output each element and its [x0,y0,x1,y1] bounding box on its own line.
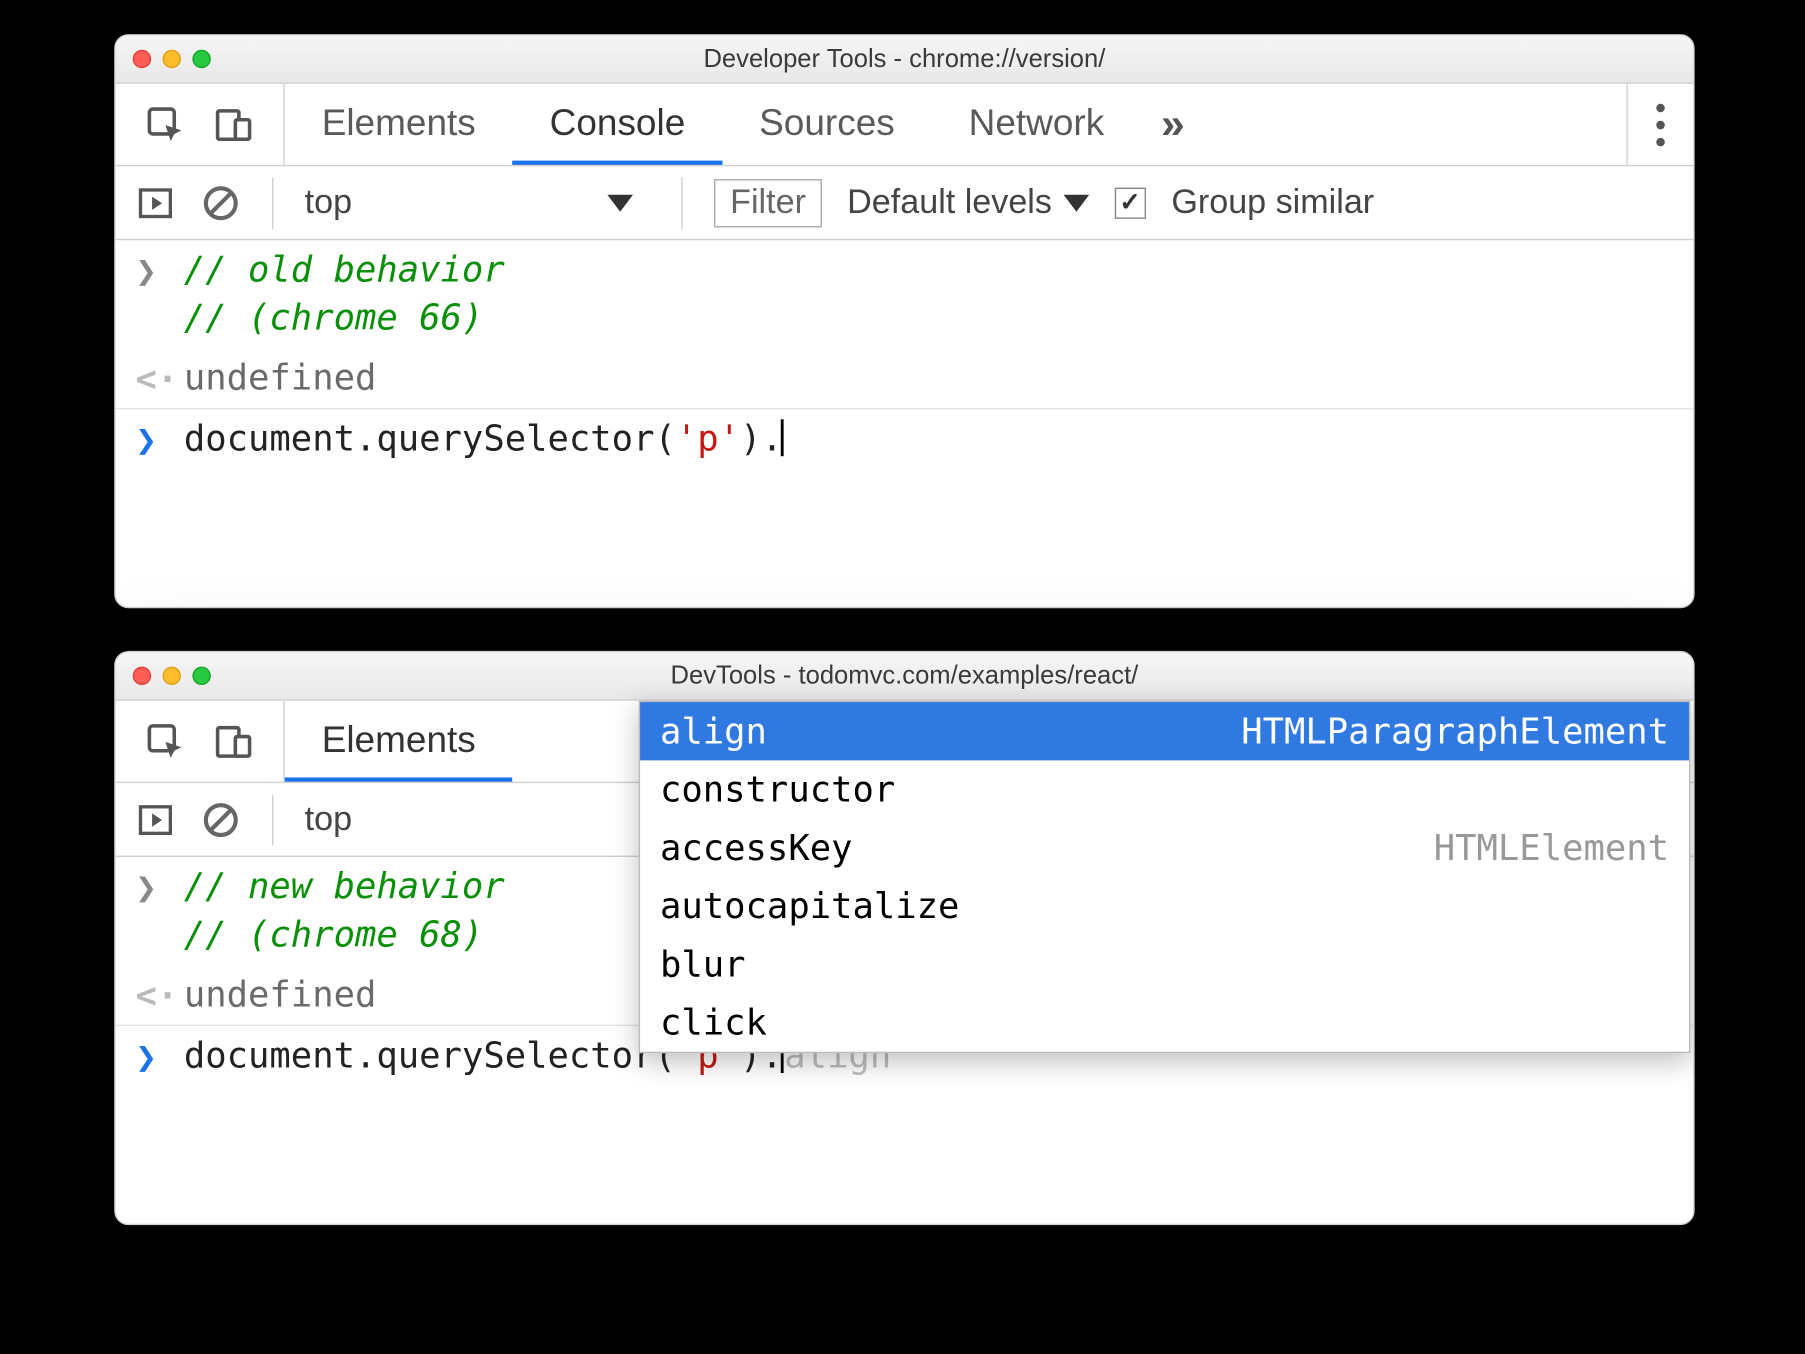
clear-console-icon[interactable] [200,799,240,839]
log-levels-selector[interactable]: Default levels [847,183,1089,223]
autocomplete-label: constructor [659,769,894,810]
autocomplete-type: HTMLParagraphElement [1241,711,1669,752]
group-similar-checkbox[interactable] [1114,187,1145,218]
chevron-down-icon [607,194,633,211]
autocomplete-item[interactable]: blur [640,935,1689,993]
context-selector[interactable]: top [304,799,368,839]
autocomplete-item[interactable]: align HTMLParagraphElement [640,702,1689,760]
context-label: top [304,799,351,839]
tab-sources[interactable]: Sources [722,84,931,165]
autocomplete-popup: align HTMLParagraphElement constructor a… [638,701,1690,1053]
autocomplete-label: click [659,1002,766,1043]
autocomplete-item[interactable]: constructor [640,760,1689,818]
autocomplete-type: HTMLElement [1433,827,1668,868]
window-title: Developer Tools - chrome://version/ [115,44,1693,74]
console-output: ❯ // old behavior // (chrome 66) <· unde… [115,240,1693,470]
titlebar: Developer Tools - chrome://version/ [115,36,1693,84]
filter-input[interactable]: Filter [714,178,821,226]
clear-console-icon[interactable] [200,183,240,223]
console-result: undefined [183,353,376,401]
devtools-window-1: Developer Tools - chrome://version/ [114,34,1694,608]
autocomplete-label: align [659,711,766,752]
console-line: // old behavior // (chrome 66) [183,246,504,342]
device-toggle-icon[interactable] [212,720,255,763]
console-subbar: top Filter Default levels Group similar [115,166,1693,240]
tab-elements[interactable]: Elements [284,701,512,782]
prompt-caret-icon: ❯ [135,1032,163,1081]
tab-elements[interactable]: Elements [284,84,512,165]
input-caret-icon: ❯ [135,246,163,295]
tab-console[interactable]: Console [512,84,722,165]
autocomplete-item[interactable]: click [640,993,1689,1051]
inspect-icon[interactable] [144,103,187,146]
sidebar-toggle-icon[interactable] [135,183,175,223]
context-label: top [304,183,351,223]
autocomplete-label: autocapitalize [659,885,958,926]
levels-label: Default levels [847,183,1052,223]
autocomplete-label: blur [659,944,745,985]
tab-network[interactable]: Network [931,84,1140,165]
group-similar-label: Group similar [1171,183,1374,223]
titlebar: DevTools - todomvc.com/examples/react/ [115,652,1693,700]
autocomplete-item[interactable]: accessKey HTMLElement [640,819,1689,877]
chevron-down-icon [1063,194,1089,211]
autocomplete-label: accessKey [659,827,852,868]
autocomplete-item[interactable]: autocapitalize [640,877,1689,935]
devtools-window-2: DevTools - todomvc.com/examples/react/ [114,651,1694,1225]
kebab-menu-icon[interactable] [1656,120,1665,129]
main-toolbar: Elements Console Sources Network » [115,84,1693,166]
prompt-caret-icon: ❯ [135,415,163,464]
input-caret-icon: ❯ [135,863,163,912]
console-input[interactable]: document.querySelector('p'). [183,415,783,463]
inspect-icon[interactable] [144,720,187,763]
more-tabs-icon[interactable]: » [1141,84,1205,165]
console-line: // new behavior // (chrome 68) [183,863,504,959]
console-result: undefined [183,970,376,1018]
output-caret-icon: <· [135,970,163,1019]
window-title: DevTools - todomvc.com/examples/react/ [115,661,1693,691]
device-toggle-icon[interactable] [212,103,255,146]
output-caret-icon: <· [135,353,163,402]
sidebar-toggle-icon[interactable] [135,799,175,839]
context-selector[interactable]: top [304,183,650,223]
